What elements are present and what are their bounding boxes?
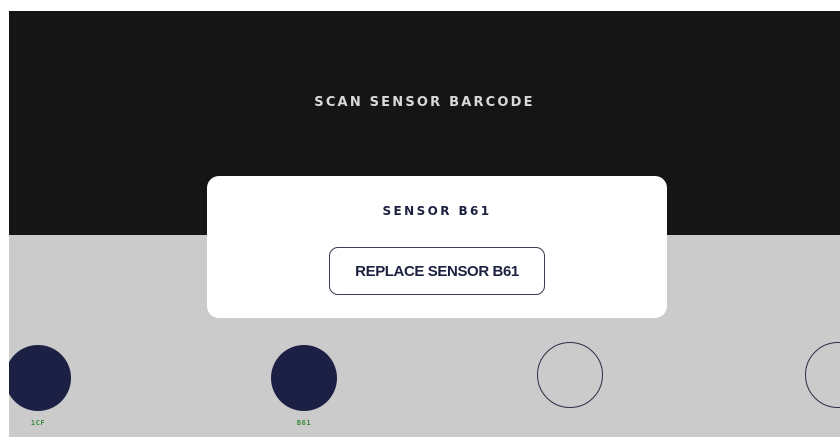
sensor-slot-empty-3[interactable] bbox=[537, 342, 603, 408]
sensor-slot-b61[interactable] bbox=[271, 345, 337, 411]
dialog-title: SENSOR B61 bbox=[382, 204, 492, 218]
sensor-label-b61: B61 bbox=[296, 419, 312, 427]
page-title: SCAN SENSOR BARCODE bbox=[314, 95, 535, 110]
app-screen: SCAN SENSOR BARCODE 1CF B61 SENSOR B61 R… bbox=[9, 11, 840, 437]
replace-sensor-button[interactable]: REPLACE SENSOR B61 bbox=[329, 247, 545, 295]
sensor-dialog: SENSOR B61 REPLACE SENSOR B61 bbox=[207, 176, 667, 318]
sensor-label-1cf: 1CF bbox=[30, 419, 46, 427]
